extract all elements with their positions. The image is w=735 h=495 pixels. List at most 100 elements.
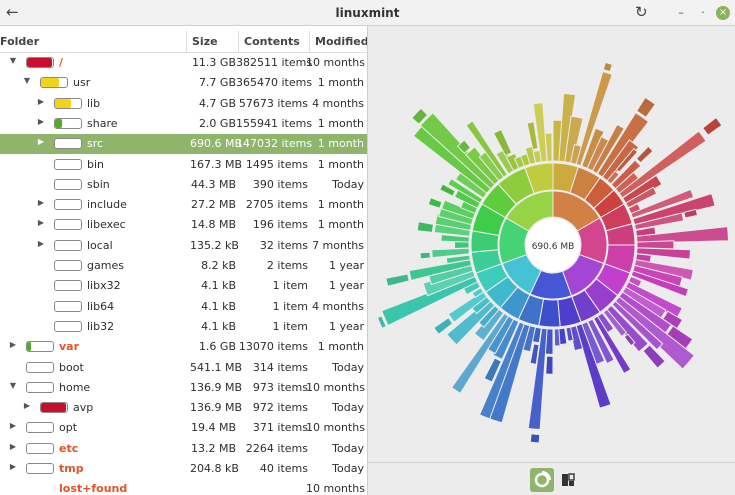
folder-row[interactable]: ▶ avp 136.9 MB 972 items Today — [0, 398, 367, 418]
minimize-icon[interactable]: – — [674, 6, 688, 20]
folder-name: lib — [87, 96, 101, 110]
folder-row[interactable]: bin 167.3 MB 1495 items 1 month — [0, 155, 367, 175]
treemap-icon — [562, 473, 575, 486]
ring-segment-level-4[interactable] — [427, 197, 443, 209]
folder-name: var — [59, 340, 80, 354]
folder-modified: 4 months — [312, 299, 364, 313]
folder-row[interactable]: lib64 4.1 kB 1 item 4 months — [0, 297, 367, 317]
folder-modified: 1 month — [317, 137, 364, 151]
folder-row[interactable]: ▶ opt 19.4 MB 371 items 10 months — [0, 418, 367, 438]
folder-size: 11.3 GB — [191, 56, 236, 69]
modified-column-header[interactable]: Modified — [315, 35, 367, 48]
collapse-arrow-icon[interactable]: ▼ — [8, 56, 18, 65]
usage-bar-fill — [41, 78, 59, 88]
folder-contents: 57673 items — [238, 96, 308, 110]
folder-row[interactable]: ▶ share 2.0 GB 155941 items 1 month — [0, 114, 367, 134]
folder-row[interactable]: boot 541.1 MB 314 items Today — [0, 358, 367, 378]
expand-arrow-icon[interactable]: ▶ — [36, 239, 46, 248]
collapse-arrow-icon[interactable]: ▼ — [8, 381, 18, 390]
expand-arrow-icon[interactable]: ▶ — [36, 117, 46, 126]
expand-arrow-icon[interactable]: ▶ — [36, 198, 46, 207]
expand-arrow-icon[interactable]: ▶ — [8, 421, 18, 430]
ring-segment-level-4[interactable] — [419, 251, 431, 260]
contents-column-header[interactable]: Contents — [244, 35, 300, 48]
folder-name: avp — [73, 401, 94, 415]
folder-name: opt — [59, 421, 78, 435]
folder-row[interactable]: ▶ src 690.6 MB 147032 items 1 month — [0, 134, 367, 155]
folder-row[interactable]: ▶ var 1.6 GB 13070 items 1 month — [0, 337, 367, 357]
folder-size: 135.2 kB — [190, 238, 239, 252]
usage-bar — [40, 77, 68, 89]
folder-modified: 1 month — [317, 76, 364, 90]
treemap-view-button[interactable] — [556, 468, 580, 492]
usage-bar — [54, 138, 82, 150]
folder-row[interactable]: games 8.2 kB 2 items 1 year — [0, 256, 367, 276]
folder-contents: 973 items — [252, 380, 308, 394]
folder-size: 136.9 MB — [190, 380, 243, 394]
ring-segment-level-4[interactable] — [602, 61, 613, 73]
expand-arrow-icon[interactable]: ▶ — [8, 442, 18, 451]
usage-bar — [26, 361, 54, 373]
collapse-arrow-icon[interactable]: ▼ — [22, 76, 32, 85]
folder-contents: 390 items — [252, 177, 308, 191]
folder-modified: Today — [332, 401, 364, 415]
maximize-icon[interactable]: · — [696, 6, 710, 20]
folder-row[interactable]: ▶ lib 4.7 GB 57673 items 4 months — [0, 94, 367, 114]
refresh-icon[interactable]: ↻ — [635, 3, 648, 21]
folder-row[interactable]: lib32 4.1 kB 1 item 1 year — [0, 317, 367, 337]
folder-name: include — [87, 198, 127, 212]
ring-segment-level-3[interactable] — [553, 328, 561, 347]
usage-bar — [26, 422, 54, 434]
folder-tree-panel: Folder Size Contents Modified ▼/11.3 GB 3… — [0, 26, 368, 495]
ring-segment-level-4[interactable] — [635, 145, 654, 164]
folder-row[interactable]: ▶ include 27.2 MB 2705 items 1 month — [0, 195, 367, 215]
folder-row[interactable]: ▼ usr 7.7 GB 365470 items 1 month — [0, 73, 367, 93]
folder-row[interactable]: ▼ / 11.3 GB 382511 items 10 months — [0, 53, 367, 73]
usage-bar — [54, 300, 82, 312]
folder-row[interactable]: ▶ tmp 204.8 kB 40 items Today — [0, 459, 367, 479]
folder-row[interactable]: ▼ home 136.9 MB 973 items 10 months — [0, 378, 367, 398]
folder-row[interactable]: ▶ local 135.2 kB 32 items 7 months — [0, 236, 367, 256]
ring-segment-level-4[interactable] — [545, 355, 554, 375]
ring-chart[interactable]: 690.6 MB — [368, 26, 735, 462]
ring-segment-level-4[interactable] — [529, 433, 541, 444]
ring-segment-level-4[interactable] — [416, 221, 435, 233]
folder-modified: Today — [332, 462, 364, 475]
expand-arrow-icon[interactable]: ▶ — [36, 137, 46, 146]
expand-arrow-icon[interactable]: ▶ — [8, 462, 18, 471]
ring-segment-level-4[interactable] — [385, 273, 410, 287]
ring-segment-level-4[interactable] — [702, 116, 723, 136]
view-switcher — [368, 462, 735, 495]
folder-row[interactable]: libx32 4.1 kB 1 item 1 year — [0, 276, 367, 296]
folder-size: 13.2 MB — [190, 441, 236, 455]
ring-chart-view-button[interactable] — [530, 468, 554, 492]
folder-size: 541.1 MB — [190, 360, 243, 374]
folder-row[interactable]: lost+found 10 months — [0, 479, 367, 495]
folder-size: 204.8 kB — [190, 462, 239, 475]
usage-bar-fill — [27, 58, 52, 67]
folder-row[interactable]: sbin 44.3 MB 390 items Today — [0, 175, 367, 195]
size-column-header[interactable]: Size — [192, 35, 218, 48]
folder-size: 2.0 GB — [198, 116, 236, 130]
ring-segment-level-4[interactable] — [636, 96, 657, 118]
expand-arrow-icon[interactable]: ▶ — [8, 340, 18, 349]
folder-row[interactable]: ▶ libexec 14.8 MB 196 items 1 month — [0, 215, 367, 235]
expand-arrow-icon[interactable]: ▶ — [22, 401, 32, 410]
folder-row[interactable]: ▶ etc 13.2 MB 2264 items Today — [0, 439, 367, 459]
folder-contents: 382511 items — [236, 56, 313, 69]
ring-segment-level-3[interactable] — [454, 240, 470, 249]
expand-arrow-icon[interactable]: ▶ — [36, 218, 46, 227]
folder-modified: 1 month — [317, 340, 364, 354]
folder-name: lib32 — [87, 319, 115, 333]
usage-bar — [54, 117, 82, 129]
folder-size: 27.2 MB — [190, 198, 236, 212]
folder-column-header[interactable]: Folder — [0, 35, 39, 48]
expand-arrow-icon[interactable]: ▶ — [36, 97, 46, 106]
close-icon[interactable]: × — [716, 6, 730, 20]
folder-modified: Today — [332, 441, 364, 455]
folder-modified: 4 months — [312, 96, 364, 110]
folder-contents: 1 item — [272, 279, 308, 293]
folder-contents: 2 items — [266, 259, 308, 272]
column-header: Folder Size Contents Modified — [0, 31, 367, 53]
title-bar: ← linuxmint ↻ – · × — [0, 0, 735, 26]
